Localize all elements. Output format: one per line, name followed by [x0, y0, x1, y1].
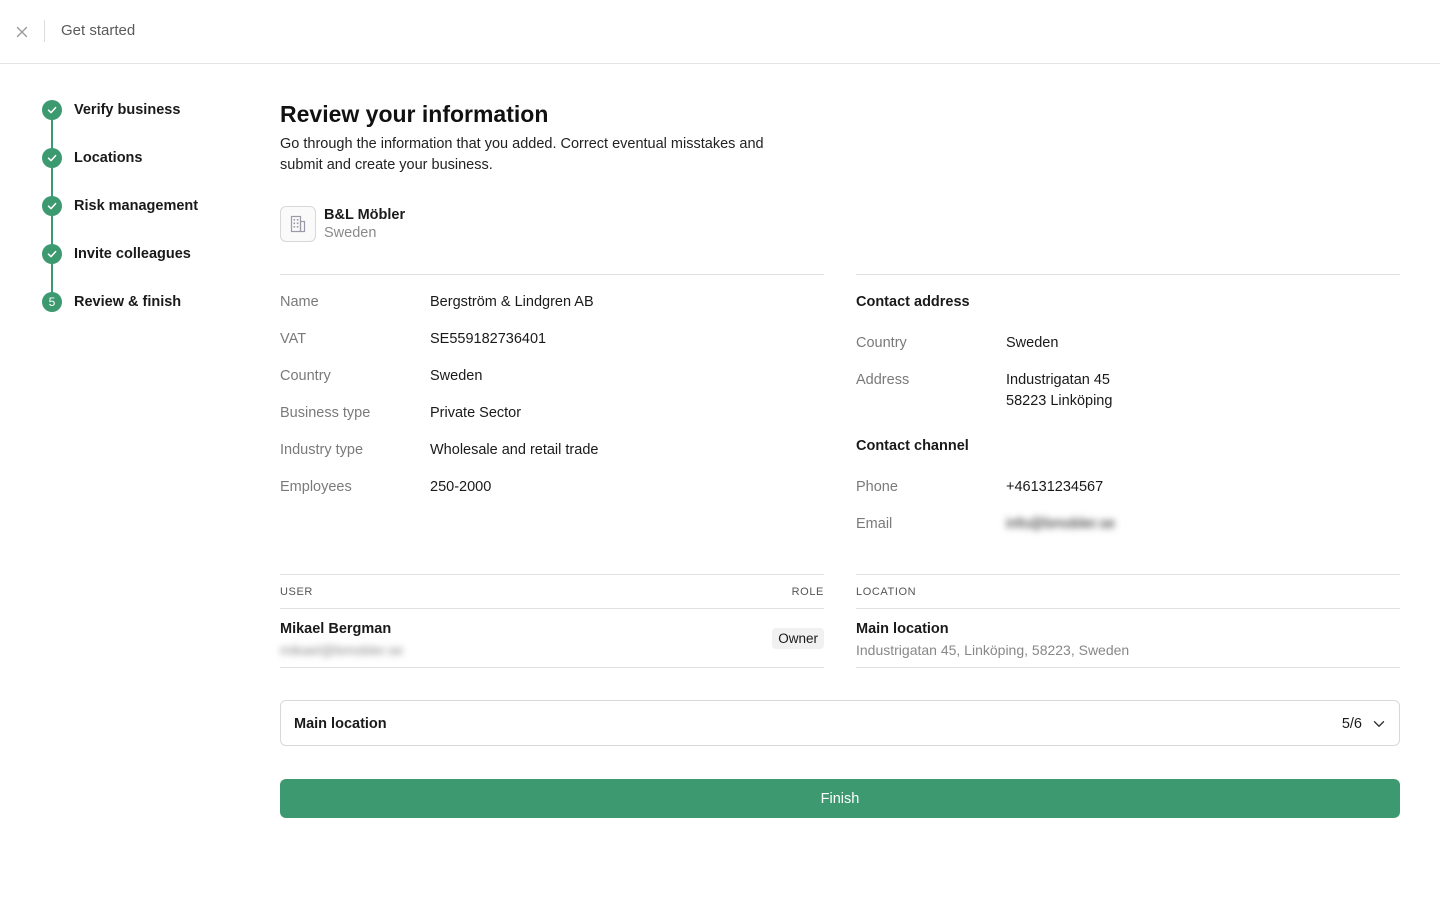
table-header: LOCATION — [856, 575, 1400, 609]
step-number: 5 — [42, 292, 62, 312]
step-label: Locations — [74, 150, 143, 166]
contact-label: Country — [856, 335, 907, 351]
check-icon — [42, 148, 62, 168]
close-icon — [16, 26, 28, 38]
contact-address-heading: Contact address — [856, 294, 970, 310]
business-country: Sweden — [324, 225, 377, 241]
detail-value: Wholesale and retail trade — [430, 442, 599, 458]
close-button[interactable] — [12, 22, 32, 42]
locations-table: LOCATION Main location Industrigatan 45,… — [856, 574, 1400, 668]
contact-value: Industrigatan 45 58223 Linköping — [1006, 370, 1386, 412]
user-name: Mikael Bergman — [280, 621, 392, 637]
detail-value: 250-2000 — [430, 479, 492, 495]
address-line-1: Industrigatan 45 — [1006, 372, 1110, 388]
step-label: Invite colleagues — [74, 246, 191, 262]
step-review-finish[interactable]: 5 Review & finish — [40, 290, 240, 314]
main-content: Review your information Go through the i… — [280, 100, 1400, 818]
contact-label: Address — [856, 372, 910, 388]
business-summary: B&L Möbler Sweden — [280, 206, 405, 242]
column-header-user: USER — [280, 586, 313, 598]
step-label: Verify business — [74, 102, 181, 118]
detail-label: Industry type — [280, 442, 364, 458]
contact-email-value: info@bmobler.se — [1006, 516, 1116, 532]
page-title: Review your information — [280, 101, 549, 127]
location-dropdown-label: Main location — [294, 716, 387, 732]
detail-label: Business type — [280, 405, 371, 421]
step-label: Risk management — [74, 198, 199, 214]
location-dropdown-count: 5/6 — [1341, 716, 1362, 732]
contact-channel-heading: Contact channel — [856, 438, 969, 454]
table-header: USER ROLE — [280, 575, 824, 609]
finish-button[interactable]: Finish — [280, 779, 1400, 818]
user-email: mikael@bmobler.se — [280, 642, 404, 658]
column-header-location: LOCATION — [856, 586, 917, 598]
top-bar: Get started — [0, 0, 1440, 64]
detail-value: Private Sector — [430, 405, 522, 421]
contact-value: Sweden — [1006, 335, 1059, 351]
contact-value: +46131234567 — [1006, 479, 1104, 495]
step-verify-business[interactable]: Verify business — [40, 98, 240, 122]
location-dropdown[interactable]: Main location 5/6 — [280, 700, 1400, 746]
building-icon — [280, 206, 316, 242]
page-header-title: Get started — [61, 22, 136, 39]
step-risk-management[interactable]: Risk management — [40, 194, 240, 218]
detail-label: VAT — [280, 331, 307, 347]
detail-label: Name — [280, 294, 319, 310]
contact-label: Phone — [856, 479, 898, 495]
business-name: B&L Möbler — [324, 207, 406, 223]
role-badge: Owner — [772, 628, 824, 649]
column-header-role: ROLE — [791, 586, 824, 598]
address-line-2: 58223 Linköping — [1006, 393, 1113, 409]
contact-details: Contact address Country Sweden Address I… — [856, 274, 1400, 532]
page-description: Go through the information that you adde… — [280, 136, 764, 173]
detail-label: Country — [280, 368, 331, 384]
step-locations[interactable]: Locations — [40, 146, 240, 170]
location-name: Main location — [856, 621, 949, 637]
business-details: Name Bergström & Lindgren AB VAT SE55918… — [280, 274, 824, 495]
check-icon — [42, 244, 62, 264]
users-table: USER ROLE Mikael Bergman mikael@bmobler.… — [280, 574, 824, 668]
step-invite-colleagues[interactable]: Invite colleagues — [40, 242, 240, 266]
table-row[interactable]: Mikael Bergman mikael@bmobler.se Owner — [280, 609, 824, 668]
header-divider — [44, 20, 45, 42]
detail-value: SE559182736401 — [430, 331, 547, 347]
detail-value: Bergström & Lindgren AB — [430, 294, 594, 310]
detail-label: Employees — [280, 479, 352, 495]
check-icon — [42, 100, 62, 120]
table-row[interactable]: Main location Industrigatan 45, Linköpin… — [856, 609, 1400, 668]
chevron-down-icon — [1373, 721, 1385, 727]
detail-value: Sweden — [430, 368, 483, 384]
step-label: Review & finish — [74, 294, 182, 310]
check-icon — [42, 196, 62, 216]
location-address: Industrigatan 45, Linköping, 58223, Swed… — [856, 642, 1130, 658]
contact-label: Email — [856, 516, 893, 532]
